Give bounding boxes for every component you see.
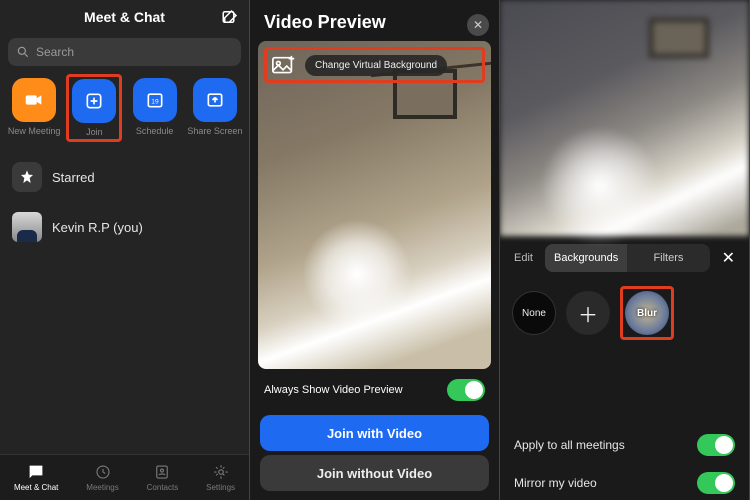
always-show-preview-row: Always Show Video Preview (250, 369, 499, 411)
share-icon (193, 78, 237, 122)
change-virtual-background-button[interactable]: Change Virtual Background (264, 47, 485, 83)
segment-bar: Edit Backgrounds Filters ✕ (500, 236, 749, 280)
user-self-item[interactable]: Kevin R.P (you) (0, 202, 249, 252)
search-icon (16, 45, 30, 59)
video-preview-blurred (500, 0, 749, 236)
background-none[interactable]: None (512, 291, 556, 335)
background-blur[interactable]: Blur (625, 291, 669, 335)
always-show-toggle[interactable] (447, 379, 485, 401)
search-input[interactable]: Search (8, 38, 241, 66)
compose-icon[interactable] (221, 8, 239, 26)
mirror-toggle[interactable] (697, 472, 735, 494)
starred-item[interactable]: Starred (0, 152, 249, 202)
segmented-control: Backgrounds Filters (545, 244, 710, 272)
apply-all-toggle[interactable] (697, 434, 735, 456)
close-icon[interactable]: ✕ (716, 248, 741, 268)
avatar (12, 212, 42, 242)
mirror-row: Mirror my video (500, 464, 749, 500)
tab-settings[interactable]: Settings (206, 463, 235, 492)
header: Meet & Chat (0, 0, 249, 34)
star-icon (12, 162, 42, 192)
svg-text:19: 19 (151, 98, 159, 105)
tab-contacts[interactable]: Contacts (147, 463, 179, 492)
edit-button[interactable]: Edit (508, 252, 539, 264)
video-preview-screen: Video Preview ✕ Change Virtual Backgroun… (250, 0, 500, 500)
background-icon (271, 54, 297, 76)
header-title: Meet & Chat (84, 9, 165, 25)
video-icon (12, 78, 56, 122)
backgrounds-screen: Edit Backgrounds Filters ✕ None ＋ Blur A… (500, 0, 750, 500)
segment-filters[interactable]: Filters (627, 244, 709, 272)
tab-meetings[interactable]: Meetings (86, 463, 118, 492)
background-add[interactable]: ＋ (566, 291, 610, 335)
meet-chat-screen: Meet & Chat Search New Meeting Join 19 S… (0, 0, 250, 500)
new-meeting-button[interactable]: New Meeting (6, 78, 62, 142)
close-button[interactable]: ✕ (467, 14, 489, 36)
tab-meet-chat[interactable]: Meet & Chat (14, 463, 58, 492)
join-without-video-button[interactable]: Join without Video (260, 455, 489, 491)
apply-all-row: Apply to all meetings (500, 426, 749, 464)
quick-actions: New Meeting Join 19 Schedule Share Scree… (0, 76, 249, 152)
tab-bar: Meet & Chat Meetings Contacts Settings (0, 454, 249, 500)
schedule-button[interactable]: 19 Schedule (127, 78, 183, 142)
share-screen-button[interactable]: Share Screen (187, 78, 243, 142)
calendar-icon: 19 (133, 78, 177, 122)
join-button[interactable]: Join (66, 74, 122, 142)
plus-icon (72, 79, 116, 123)
background-options: None ＋ Blur (500, 280, 749, 346)
background-blur-highlight: Blur (620, 286, 674, 340)
search-placeholder: Search (36, 45, 74, 59)
segment-backgrounds[interactable]: Backgrounds (545, 244, 627, 272)
video-preview-title: Video Preview (250, 0, 499, 41)
join-with-video-button[interactable]: Join with Video (260, 415, 489, 451)
video-preview: Change Virtual Background (258, 41, 491, 369)
